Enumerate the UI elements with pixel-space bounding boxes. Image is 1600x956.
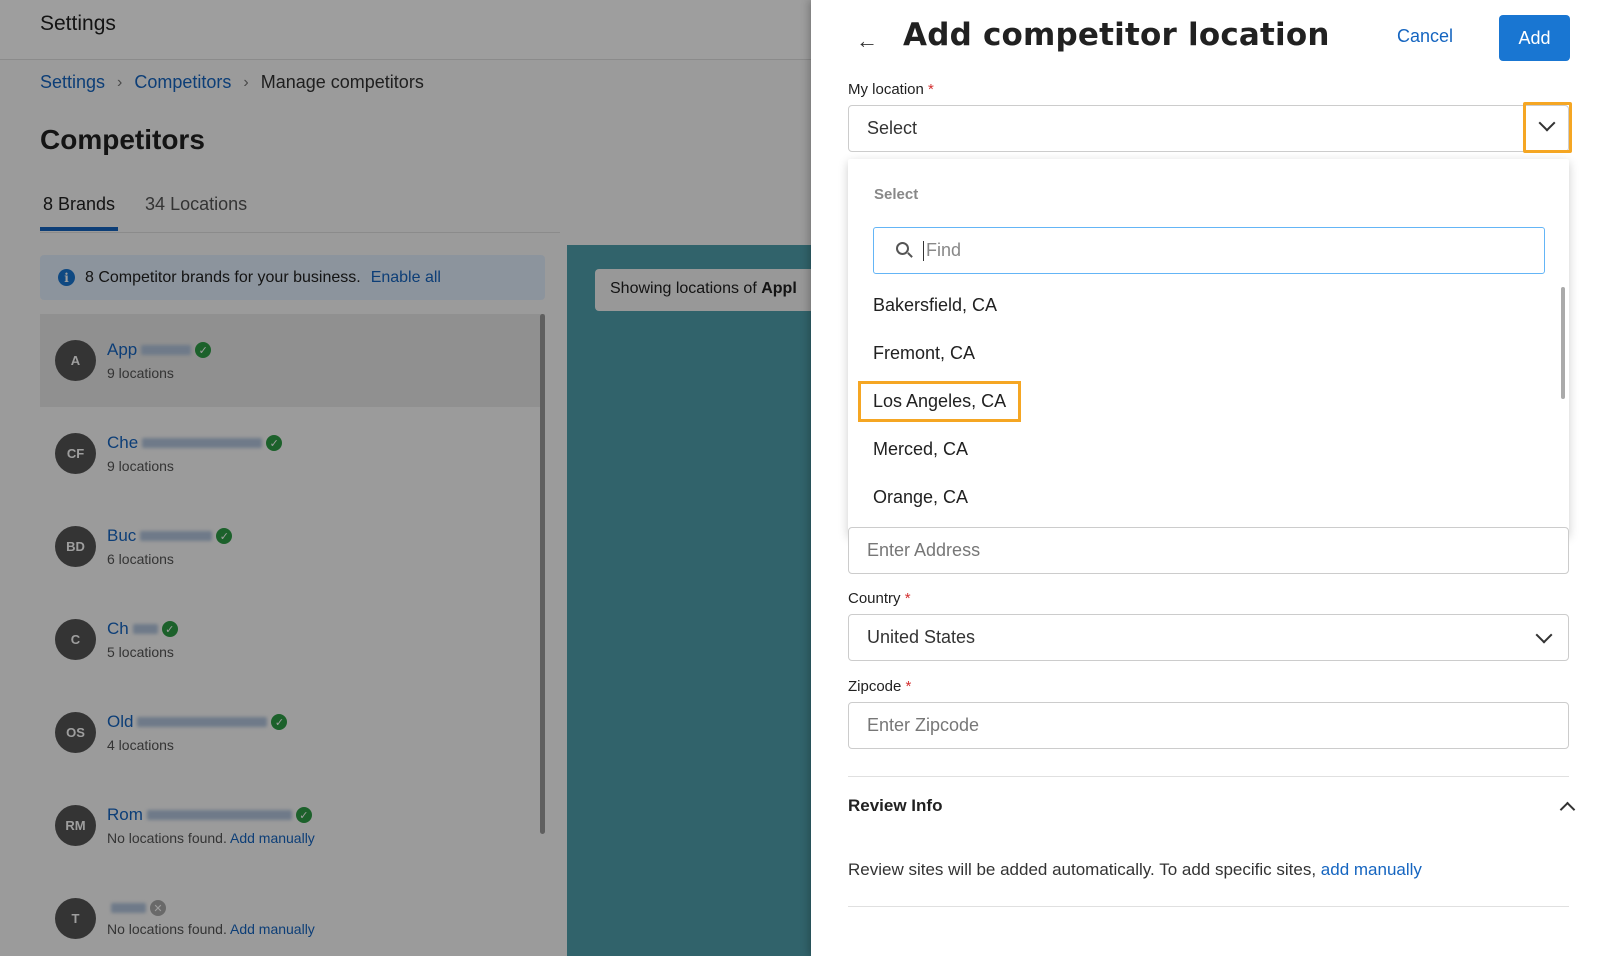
search-icon: [896, 242, 913, 259]
dropdown-option[interactable]: Bakersfield, CA: [873, 295, 997, 316]
review-description: Review sites will be added automatically…: [848, 860, 1317, 879]
my-location-label: My location *: [848, 81, 934, 98]
zipcode-label-text: Zipcode: [848, 678, 902, 695]
chevron-down-icon: [1538, 114, 1556, 132]
location-dropdown-menu: Select Find Bakersfield, CA Fremont, CA …: [848, 159, 1569, 535]
add-button[interactable]: Add: [1499, 15, 1570, 61]
review-info-title[interactable]: Review Info: [848, 796, 942, 816]
dropdown-caption: Select: [874, 186, 919, 203]
add-manually-link[interactable]: add manually: [1321, 860, 1422, 879]
find-placeholder: Find: [926, 240, 962, 260]
section-divider: [848, 906, 1569, 907]
my-location-select[interactable]: Select: [848, 105, 1569, 152]
chevron-up-icon[interactable]: [1559, 801, 1576, 818]
country-label: Country *: [848, 590, 911, 607]
modal-scrim[interactable]: [0, 0, 811, 956]
find-input[interactable]: Find: [873, 227, 1545, 274]
dropdown-option[interactable]: Merced, CA: [873, 439, 968, 460]
text-cursor: [923, 240, 924, 261]
drawer-title: Add competitor location: [903, 17, 1330, 53]
required-marker: *: [904, 590, 911, 607]
required-marker: *: [928, 81, 934, 98]
back-arrow-icon[interactable]: ←: [856, 28, 878, 54]
section-divider: [848, 776, 1569, 777]
country-select[interactable]: United States: [848, 614, 1569, 661]
dropdown-scrollbar[interactable]: [1561, 287, 1565, 399]
my-location-label-text: My location: [848, 81, 924, 98]
dropdown-toggle[interactable]: [1523, 102, 1572, 153]
my-location-value: Select: [867, 118, 918, 138]
dropdown-option[interactable]: Orange, CA: [873, 487, 968, 508]
dropdown-option-highlighted[interactable]: Los Angeles, CA: [857, 381, 1022, 422]
drawer-header: ← Add competitor location Cancel Add: [811, 0, 1600, 80]
zipcode-input[interactable]: Enter Zipcode: [848, 702, 1569, 749]
country-label-text: Country: [848, 590, 901, 607]
address-input[interactable]: Enter Address: [848, 527, 1569, 574]
add-competitor-drawer: ← Add competitor location Cancel Add My …: [811, 0, 1600, 956]
chevron-down-icon: [1535, 626, 1553, 644]
required-marker: *: [905, 678, 912, 695]
dropdown-option[interactable]: Fremont, CA: [873, 343, 975, 364]
review-info-text: Review sites will be added automatically…: [848, 860, 1422, 880]
zipcode-label: Zipcode *: [848, 678, 911, 695]
country-value: United States: [867, 627, 976, 647]
cancel-button[interactable]: Cancel: [1397, 26, 1453, 47]
